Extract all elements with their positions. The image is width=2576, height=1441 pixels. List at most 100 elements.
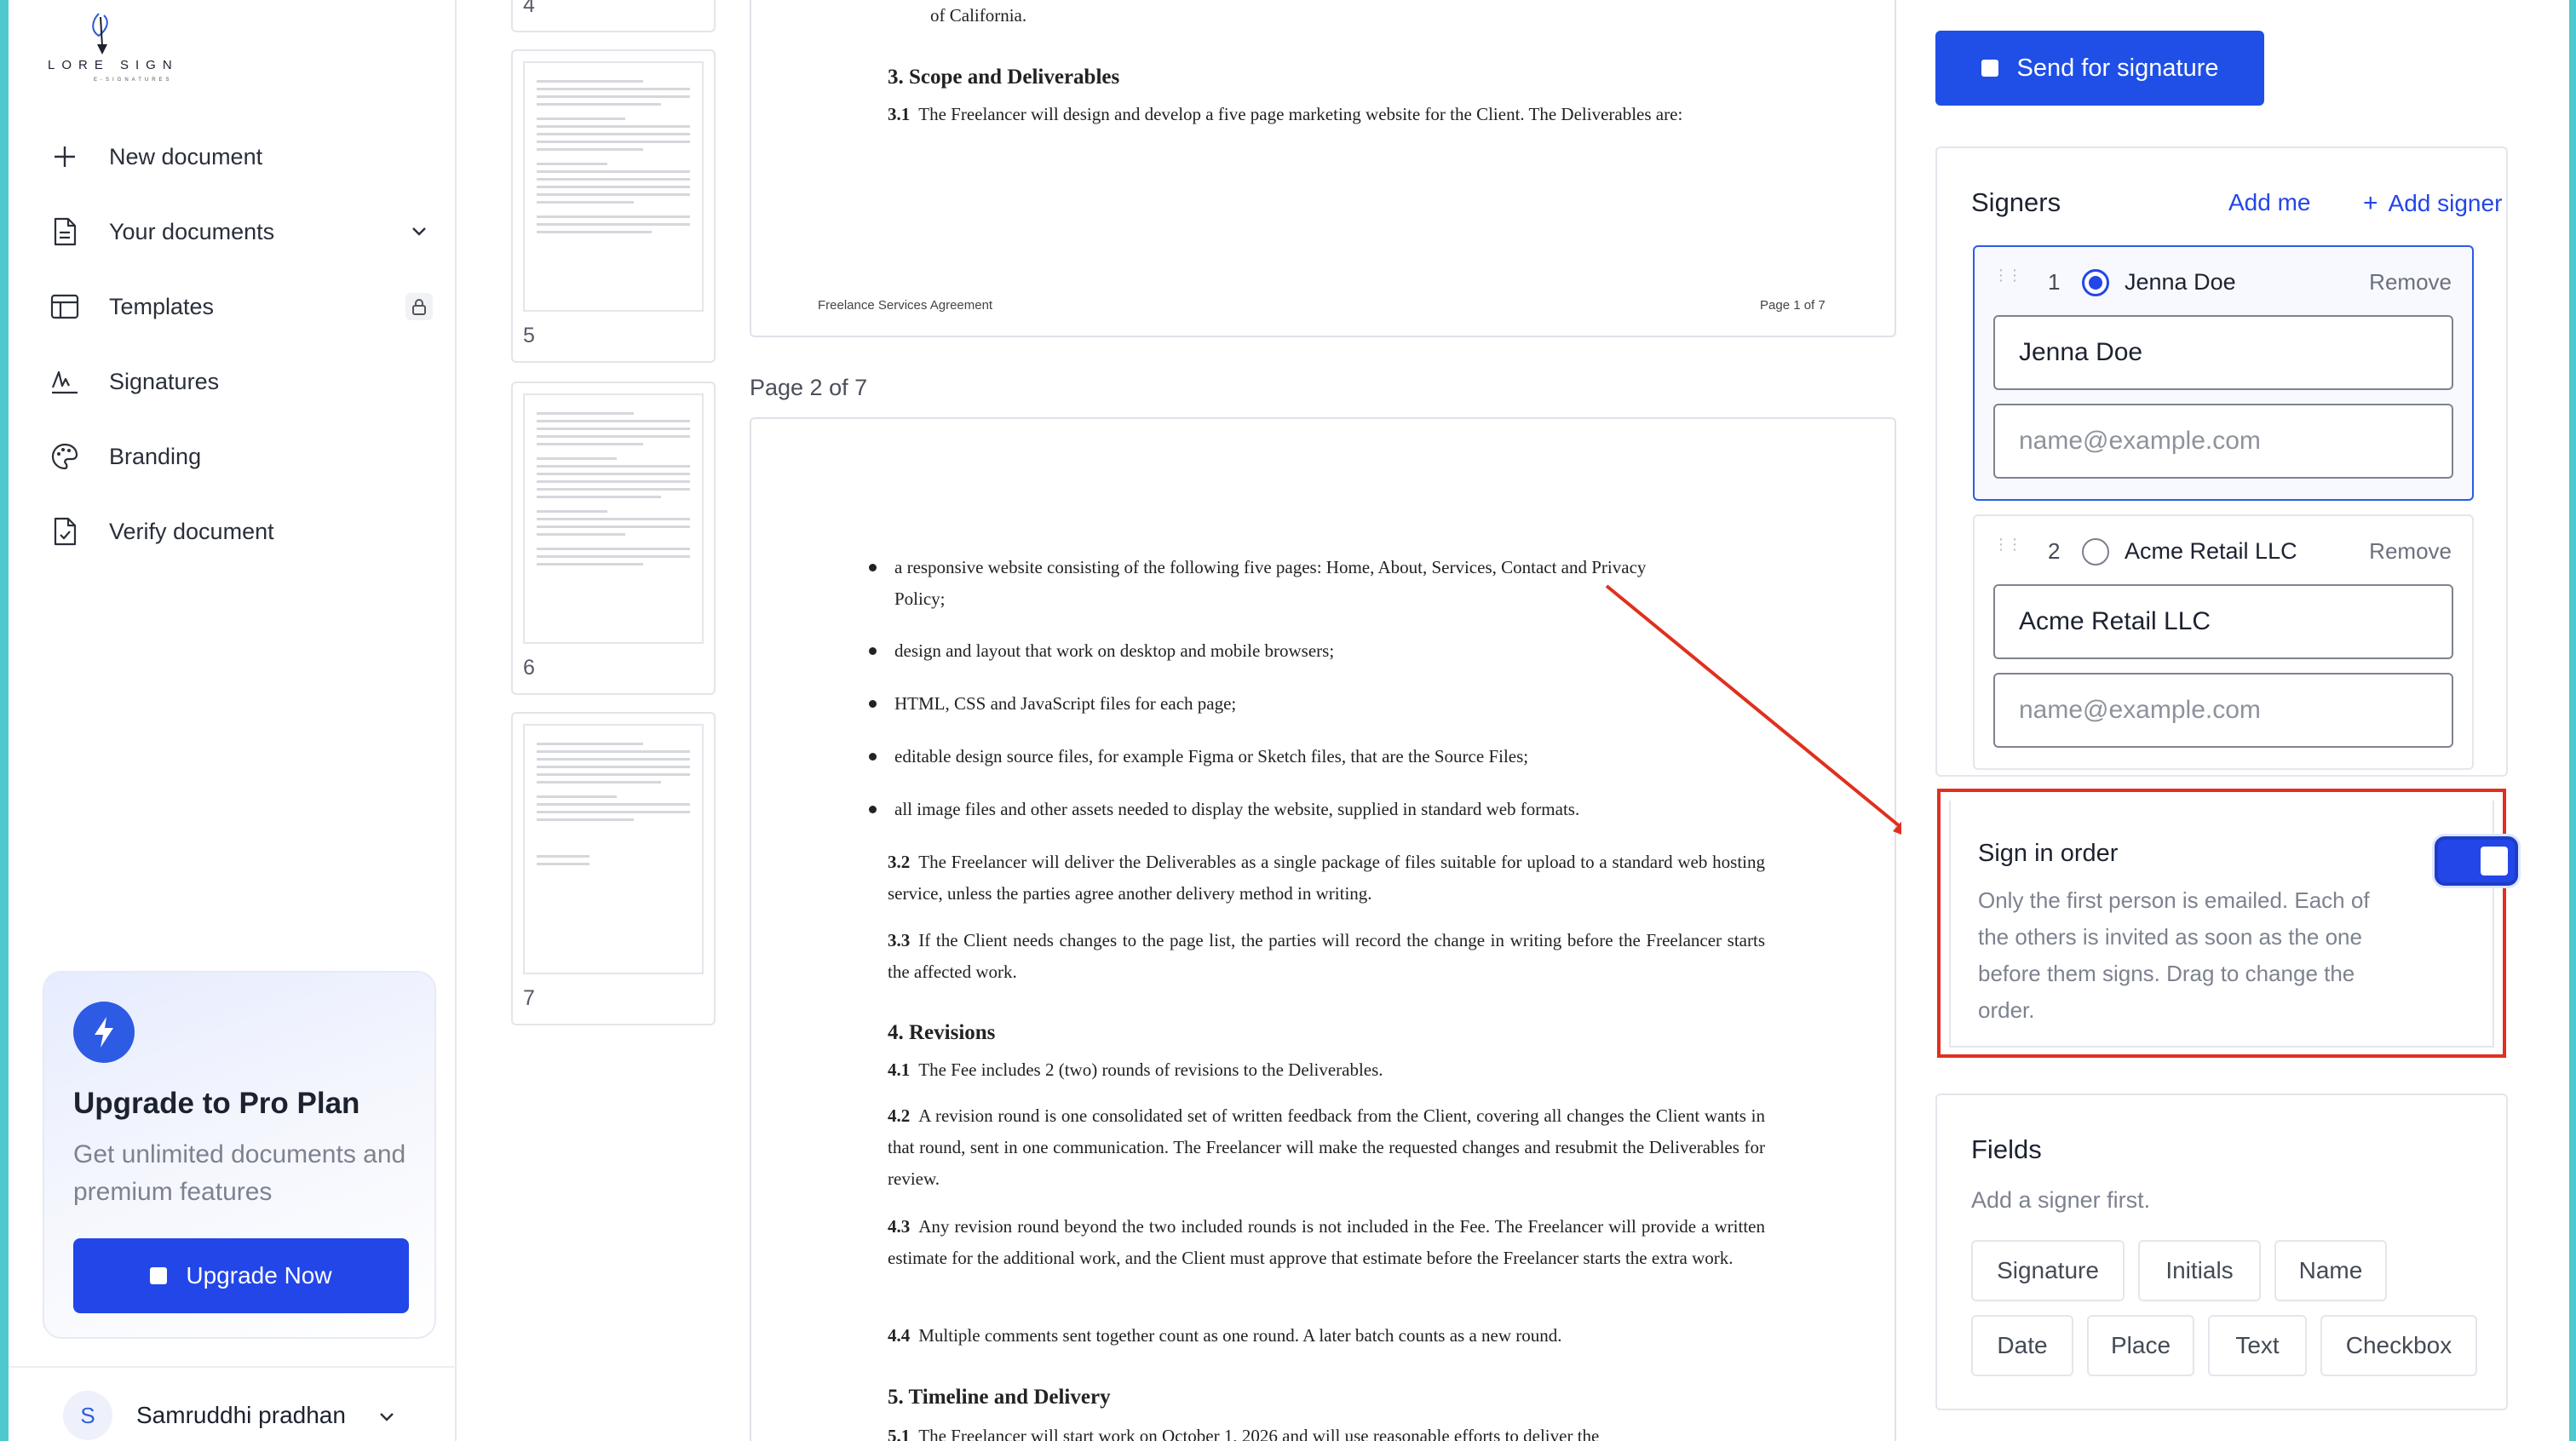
clause-text: The Freelancer will start work on Octobe… (918, 1426, 1600, 1441)
sidebar-item-label: Branding (109, 443, 202, 469)
sidebar-item-signatures[interactable]: Signatures (49, 344, 433, 419)
sign-in-order-section: Sign in order Only the first person is e… (1949, 801, 2518, 1048)
page-footer-right: Page 1 of 7 (1760, 298, 1826, 313)
clause-number: 5.1 (888, 1426, 911, 1441)
field-chip-date[interactable]: Date (1971, 1315, 2073, 1376)
avatar: S (63, 1391, 112, 1440)
signers-title: Signers (1971, 187, 2061, 217)
clause-number: 4.3 (888, 1216, 911, 1237)
app-logo[interactable]: LORE SIGN E-SIGNATURES (39, 5, 184, 83)
field-chip-text[interactable]: Text (2208, 1315, 2307, 1376)
clause-text: Any revision round beyond the two includ… (888, 1216, 1765, 1268)
chevron-down-icon (378, 1402, 395, 1429)
signature-icon (49, 366, 80, 397)
signer-name-input[interactable] (1993, 584, 2453, 659)
clause-text: The Freelancer will design and develop a… (918, 104, 1683, 124)
send-button-label: Send for signature (2016, 54, 2219, 82)
sign-in-order-description: Only the first person is emailed. Each o… (1978, 887, 2370, 1023)
thumbnail-page-7[interactable]: 7 (511, 712, 716, 1025)
clause-4-1: 4.1 The Fee includes 2 (two) rounds of re… (888, 1054, 1765, 1086)
section-heading: 3. Scope and Deliverables (888, 66, 1120, 89)
add-me-link[interactable]: Add me (2228, 189, 2311, 216)
thumbnail-page-6[interactable]: 6 (511, 382, 716, 695)
lock-icon (405, 293, 433, 320)
fields-hint: Add a signer first. (1971, 1187, 2151, 1213)
sidebar-item-your-documents[interactable]: Your documents (49, 194, 433, 269)
thumbnail-preview (523, 393, 704, 644)
divider (9, 1366, 457, 1368)
upgrade-title: Upgrade to Pro Plan (73, 1087, 360, 1120)
field-chip-initials[interactable]: Initials (2138, 1240, 2261, 1301)
square-icon (150, 1267, 168, 1284)
clause-text: A revision round is one consolidated set… (888, 1105, 1765, 1189)
thumbnail-page-5[interactable]: 5 (511, 49, 716, 363)
add-signer-link[interactable]: + Add signer (2363, 189, 2502, 218)
sidebar-nav: New document Your documents Templates Si… (49, 119, 433, 569)
field-chip-name[interactable]: Name (2274, 1240, 2387, 1301)
signer-radio[interactable] (2082, 538, 2109, 565)
clause-number: 4.4 (888, 1325, 911, 1346)
clause-text: Multiple comments sent together count as… (918, 1325, 1562, 1346)
sidebar-item-label: Verify document (109, 518, 274, 544)
window-frame-edge (2569, 0, 2576, 1441)
section-heading: 5. Timeline and Delivery (888, 1386, 1111, 1409)
sidebar-item-verify-document[interactable]: Verify document (49, 494, 433, 569)
signer-row-2[interactable]: ⋮⋮ 2 Acme Retail LLC Remove (1973, 514, 2474, 770)
send-for-signature-button[interactable]: Send for signature (1935, 31, 2264, 106)
sign-in-order-title: Sign in order (1978, 840, 2119, 867)
upgrade-button-label: Upgrade Now (186, 1262, 332, 1289)
clause-text: If the Client needs changes to the page … (888, 930, 1765, 982)
logo-subtitle: E-SIGNATURES (94, 78, 173, 83)
document-page-1[interactable]: of California. 3. Scope and Deliverables… (750, 0, 1896, 337)
logo-pen-icon (92, 13, 108, 55)
signer-email-input[interactable] (1993, 404, 2453, 479)
verify-icon (49, 516, 80, 547)
drag-handle-icon[interactable]: ⋮⋮ (1993, 537, 2022, 552)
page-text: of California. (930, 5, 1027, 26)
field-chip-signature[interactable]: Signature (1971, 1240, 2125, 1301)
drag-handle-icon[interactable]: ⋮⋮ (1993, 267, 2022, 283)
plus-icon: + (2363, 189, 2378, 217)
page-footer-left: Freelance Services Agreement (818, 298, 993, 313)
signer-email-input[interactable] (1993, 673, 2453, 748)
toggle-knob (2481, 847, 2508, 876)
add-signer-label: Add signer (2388, 190, 2503, 216)
sign-in-order-highlight: Sign in order Only the first person is e… (1937, 789, 2518, 1058)
logo-text: LORE SIGN (48, 58, 179, 72)
sign-in-order-toggle[interactable] (2435, 836, 2518, 886)
clause-number: 3.1 (888, 104, 911, 124)
thumbnail-number: 4 (523, 0, 535, 17)
signer-radio[interactable] (2082, 269, 2109, 296)
square-icon (1981, 60, 1998, 77)
list-item: HTML, CSS and JavaScript files for each … (869, 688, 1661, 720)
lightning-icon (73, 1002, 135, 1063)
list-item: all image files and other assets needed … (869, 794, 1661, 825)
signer-name-input[interactable] (1993, 315, 2453, 390)
template-icon (49, 291, 80, 322)
sidebar-item-label: New document (109, 143, 263, 169)
signer-row-1[interactable]: ⋮⋮ 1 Jenna Doe Remove (1973, 245, 2474, 501)
list-item: design and layout that work on desktop a… (869, 635, 1661, 667)
list-item: editable design source files, for exampl… (869, 741, 1661, 772)
user-menu[interactable]: S Samruddhi pradhan (63, 1390, 421, 1441)
clause-4-2: 4.2 A revision round is one consolidated … (888, 1100, 1765, 1195)
document-page-2[interactable]: a responsive website consisting of the f… (750, 417, 1896, 1441)
section-heading: 4. Revisions (888, 1021, 996, 1044)
sidebar-item-branding[interactable]: Branding (49, 419, 433, 494)
thumbnail-number: 7 (523, 986, 535, 1010)
field-chip-checkbox[interactable]: Checkbox (2320, 1315, 2477, 1376)
signer-name: Jenna Doe (2125, 269, 2236, 295)
clause-5-1: 5.1 The Freelancer will start work on Oct… (888, 1421, 1765, 1441)
sidebar: LORE SIGN E-SIGNATURES New document Your… (0, 0, 457, 1441)
remove-signer-button[interactable]: Remove (2369, 269, 2452, 296)
remove-signer-button[interactable]: Remove (2369, 538, 2452, 565)
chevron-down-icon[interactable] (405, 218, 433, 245)
field-chip-place[interactable]: Place (2087, 1315, 2194, 1376)
upgrade-now-button[interactable]: Upgrade Now (73, 1238, 409, 1313)
upgrade-card: Upgrade to Pro Plan Get unlimited docume… (43, 971, 436, 1339)
clause-3-2: 3.2 The Freelancer will deliver the Deliv… (888, 847, 1765, 910)
sidebar-item-templates[interactable]: Templates (49, 269, 433, 344)
signer-order: 1 (2048, 269, 2061, 295)
thumbnail-page-4[interactable]: 4 (511, 0, 716, 32)
sidebar-item-new-document[interactable]: New document (49, 119, 433, 194)
